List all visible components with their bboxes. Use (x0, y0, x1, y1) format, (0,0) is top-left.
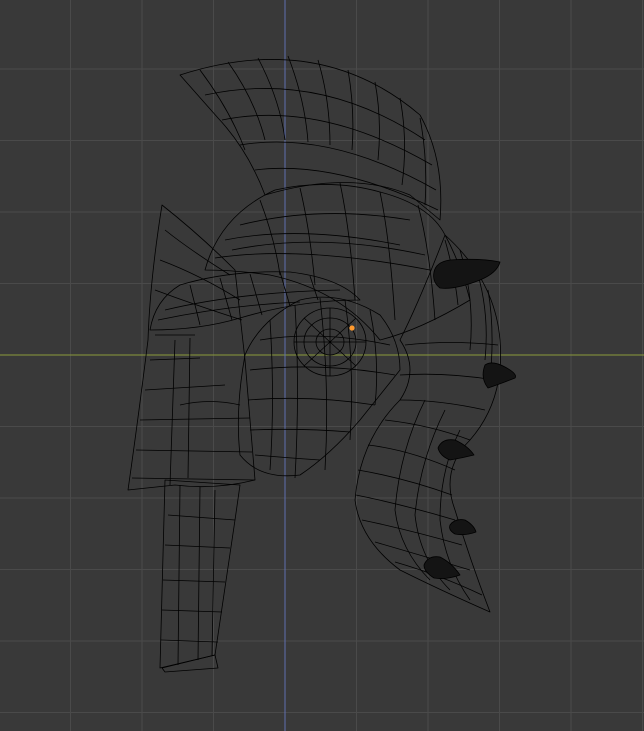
visor-band-mesh (149, 271, 361, 331)
object-origin-marker (349, 325, 355, 331)
spike-4 (449, 519, 477, 536)
spikes (423, 258, 516, 579)
crest-mesh (179, 55, 442, 221)
3d-viewport[interactable] (0, 0, 644, 731)
ear-disc-mesh (293, 307, 367, 377)
helmet-wireframe-mesh[interactable] (127, 55, 516, 673)
cheek-plate-mesh (237, 296, 401, 479)
spike-2 (482, 362, 516, 389)
nose-guard-mesh (159, 479, 241, 673)
viewport-axes (0, 0, 644, 731)
viewport-grid (0, 0, 644, 731)
spike-3 (437, 439, 475, 461)
spike-5 (423, 556, 461, 579)
face-plate-mesh (127, 204, 256, 491)
